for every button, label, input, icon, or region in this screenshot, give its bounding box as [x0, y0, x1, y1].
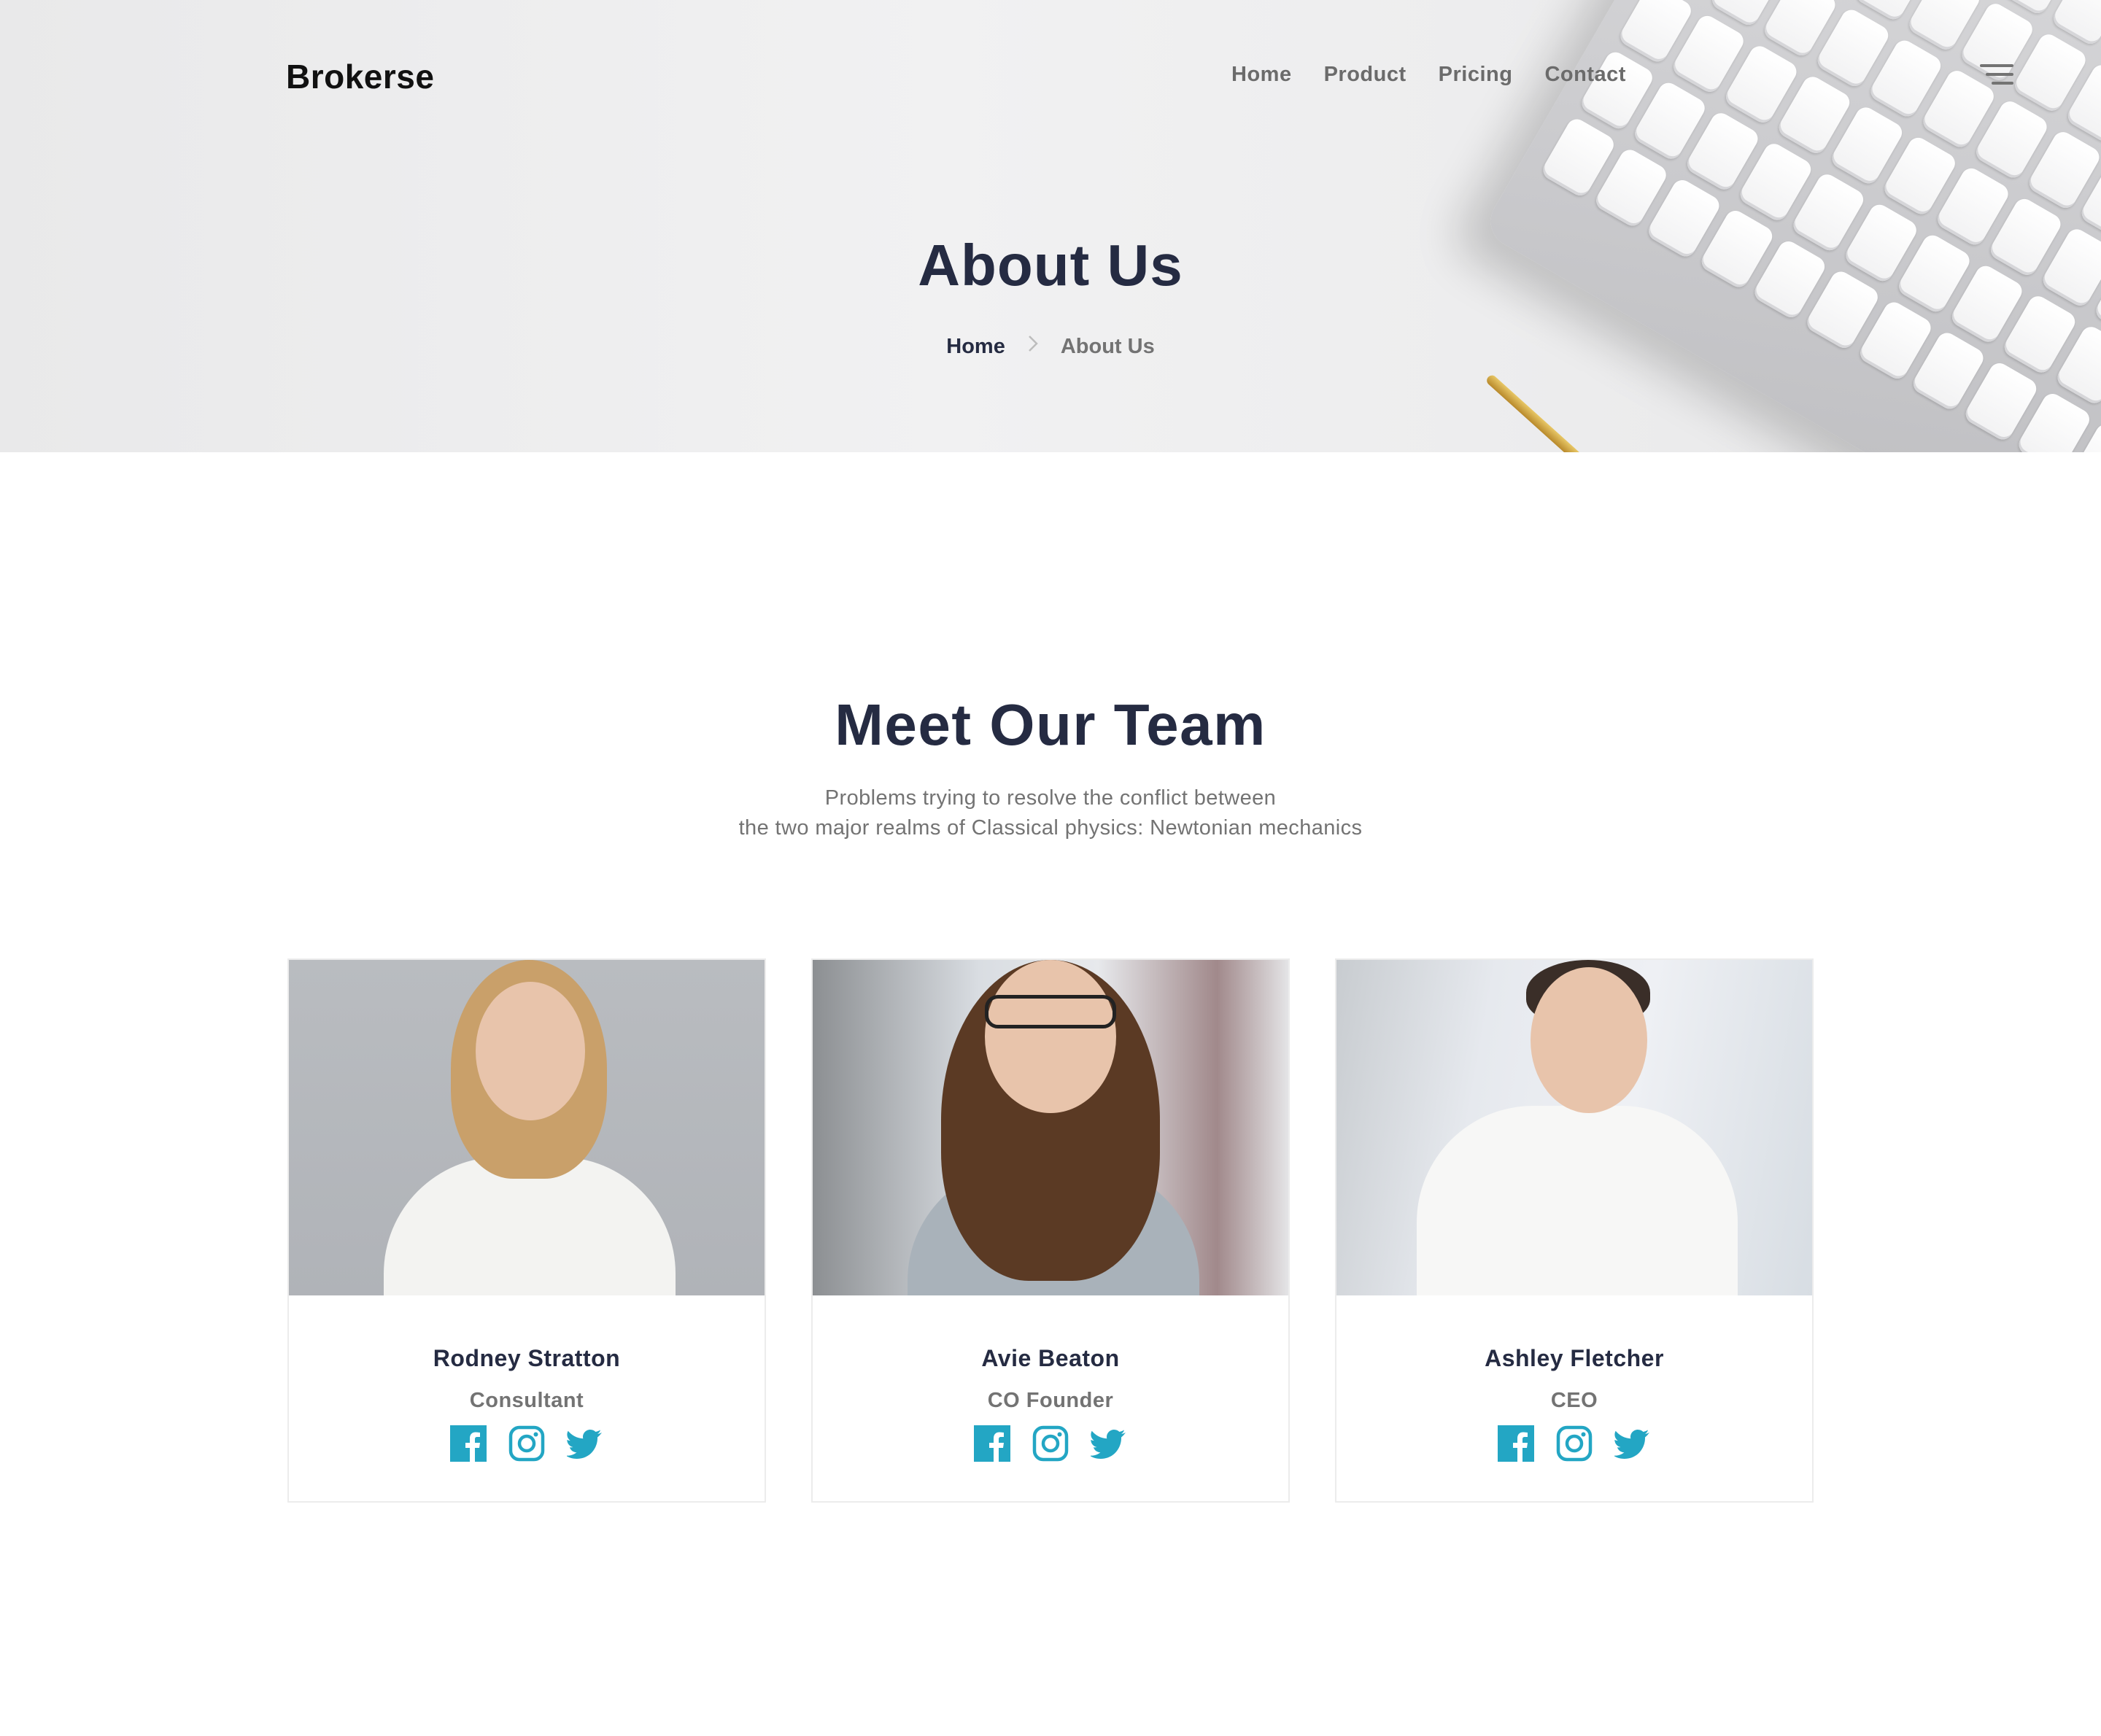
twitter-icon[interactable]	[1091, 1425, 1127, 1462]
member-role: CEO	[1550, 1389, 1598, 1412]
member-photo	[289, 960, 765, 1295]
twitter-icon[interactable]	[567, 1425, 603, 1462]
team-card: Ashley Fletcher CEO	[1335, 958, 1814, 1503]
chevron-right-icon	[1027, 334, 1039, 359]
page-title: About Us	[918, 233, 1183, 298]
main-nav: Home Product Pricing Contact	[1231, 63, 1626, 87]
brand-logo[interactable]: Brokerse	[286, 57, 434, 96]
subtitle-line-2: the two major realms of Classical physic…	[738, 816, 1363, 840]
hero-banner: Brokerse Home Product Pricing Contact Ab…	[0, 0, 2101, 452]
team-card: Avie Beaton CO Founder	[811, 958, 1290, 1503]
breadcrumb-current: About Us	[1060, 334, 1155, 358]
nav-home[interactable]: Home	[1231, 63, 1292, 87]
team-card: Rodney Stratton Consultant	[287, 958, 766, 1503]
member-role: CO Founder	[987, 1389, 1114, 1412]
breadcrumb: Home About Us	[0, 334, 2101, 359]
facebook-icon[interactable]	[974, 1425, 1010, 1462]
team-cards: Rodney Stratton Consultant Avie Beaton C…	[287, 958, 1814, 1503]
nav-product[interactable]: Product	[1324, 63, 1407, 87]
instagram-icon[interactable]	[1556, 1425, 1593, 1462]
nav-contact[interactable]: Contact	[1544, 63, 1625, 87]
team-section-title: Meet Our Team	[835, 692, 1266, 757]
member-photo	[813, 960, 1288, 1295]
facebook-icon[interactable]	[450, 1425, 487, 1462]
instagram-icon[interactable]	[508, 1425, 545, 1462]
hamburger-icon[interactable]	[1980, 64, 2013, 86]
social-links	[813, 1425, 1288, 1462]
facebook-icon[interactable]	[1498, 1425, 1534, 1462]
member-name: Avie Beaton	[981, 1345, 1120, 1371]
team-section-subtitle: Problems trying to resolve the conflict …	[0, 783, 2101, 843]
subtitle-line-1: Problems trying to resolve the conflict …	[824, 786, 1277, 810]
member-name: Ashley Fletcher	[1485, 1345, 1664, 1371]
breadcrumb-home[interactable]: Home	[946, 335, 1005, 359]
member-photo	[1336, 960, 1812, 1295]
social-links	[289, 1425, 765, 1462]
member-role: Consultant	[469, 1389, 584, 1412]
instagram-icon[interactable]	[1032, 1425, 1069, 1462]
pen-decoration	[1485, 373, 1595, 452]
nav-pricing[interactable]: Pricing	[1439, 63, 1513, 87]
member-name: Rodney Stratton	[433, 1345, 621, 1371]
social-links	[1336, 1425, 1812, 1462]
twitter-icon[interactable]	[1614, 1425, 1651, 1462]
